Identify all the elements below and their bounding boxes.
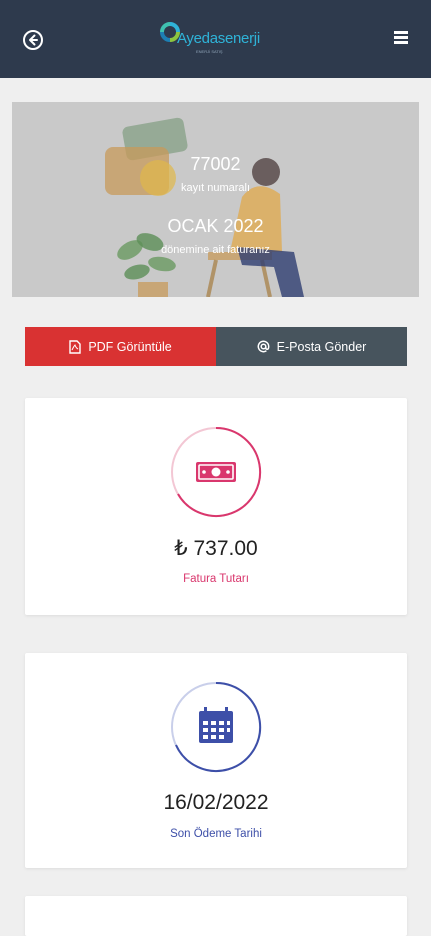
- pdf-view-button[interactable]: PDF Görüntüle: [25, 327, 216, 366]
- invoice-amount-label: Fatura Tutarı: [183, 573, 249, 585]
- invoice-amount-card: ₺ 737.00 Fatura Tutarı: [25, 398, 407, 615]
- brand-logo: Ayedasenerji ENERJİ SATIŞ: [160, 18, 260, 60]
- logo-text: Ayedasenerji: [177, 30, 260, 47]
- logo-subtitle: ENERJİ SATIŞ: [196, 49, 223, 54]
- email-send-button[interactable]: E-Posta Gönder: [216, 327, 407, 366]
- pdf-file-icon: [69, 339, 82, 354]
- due-date-label: Son Ödeme Tarihi: [170, 828, 262, 840]
- next-card-partial: [25, 896, 407, 936]
- calendar-icon: [199, 707, 233, 743]
- hero-record-label: kayıt numaralı: [180, 182, 251, 194]
- hero-period: OCAK 2022: [167, 216, 264, 236]
- email-send-label: E-Posta Gönder: [276, 339, 367, 354]
- pdf-view-label: PDF Görüntüle: [88, 339, 172, 354]
- at-sign-icon: [257, 340, 270, 353]
- back-arrow-circle-icon[interactable]: [22, 29, 44, 51]
- due-date-value: 16/02/2022: [163, 791, 269, 814]
- invoice-hero-banner: 77002 kayıt numaralı OCAK 2022 dönemine …: [12, 102, 419, 297]
- money-bill-icon: [196, 462, 236, 482]
- hero-record-number: 77002: [190, 154, 241, 174]
- person-illustration: [105, 117, 304, 297]
- hamburger-menu-icon[interactable]: [394, 31, 408, 47]
- action-buttons: PDF Görüntüle E-Posta Gönder: [25, 327, 407, 366]
- amount-icon-circle: [170, 426, 262, 518]
- hero-period-label: dönemine ait faturanız: [161, 244, 270, 256]
- invoice-amount-value: ₺ 737.00: [174, 537, 258, 560]
- due-date-icon-circle: [170, 681, 262, 773]
- due-date-card: 16/02/2022 Son Ödeme Tarihi: [25, 653, 407, 868]
- top-bar: Ayedasenerji ENERJİ SATIŞ: [0, 0, 431, 78]
